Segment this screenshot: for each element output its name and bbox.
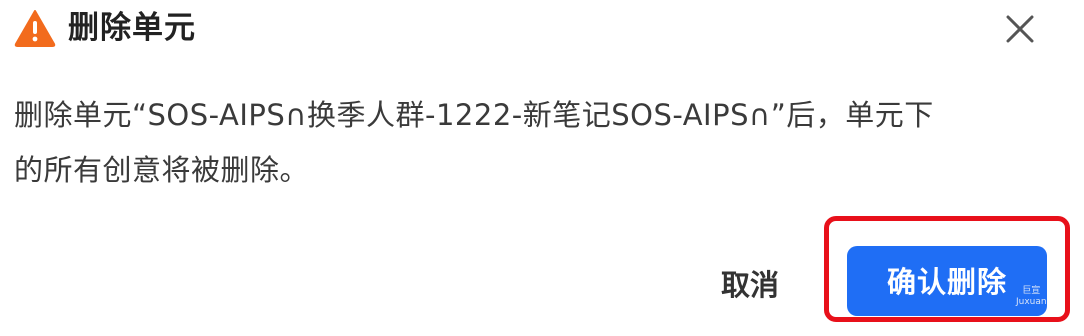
watermark-logo: 巨宣 Juxuan (1016, 286, 1047, 308)
delete-unit-dialog: 删除单元 删除单元“SOS-AIPS∩换季人群-1222-新笔记SOS-AIPS… (0, 0, 1084, 336)
watermark-line-1: 巨宣 (1022, 286, 1041, 296)
dialog-message: 删除单元“SOS-AIPS∩换季人群-1222-新笔记SOS-AIPS∩”后，单… (14, 88, 1054, 198)
dialog-footer: 取消 确认删除 (0, 216, 1084, 336)
dialog-header: 删除单元 (14, 4, 196, 52)
cancel-button[interactable]: 取消 (700, 258, 800, 310)
warning-icon (14, 10, 56, 47)
watermark-line-2: Juxuan (1016, 297, 1047, 307)
dialog-title: 删除单元 (68, 10, 196, 46)
message-line-2: 的所有创意将被删除。 (14, 153, 310, 187)
message-line-1: 删除单元“SOS-AIPS∩换季人群-1222-新笔记SOS-AIPS∩”后，单… (14, 98, 934, 132)
close-icon[interactable] (1003, 12, 1037, 46)
